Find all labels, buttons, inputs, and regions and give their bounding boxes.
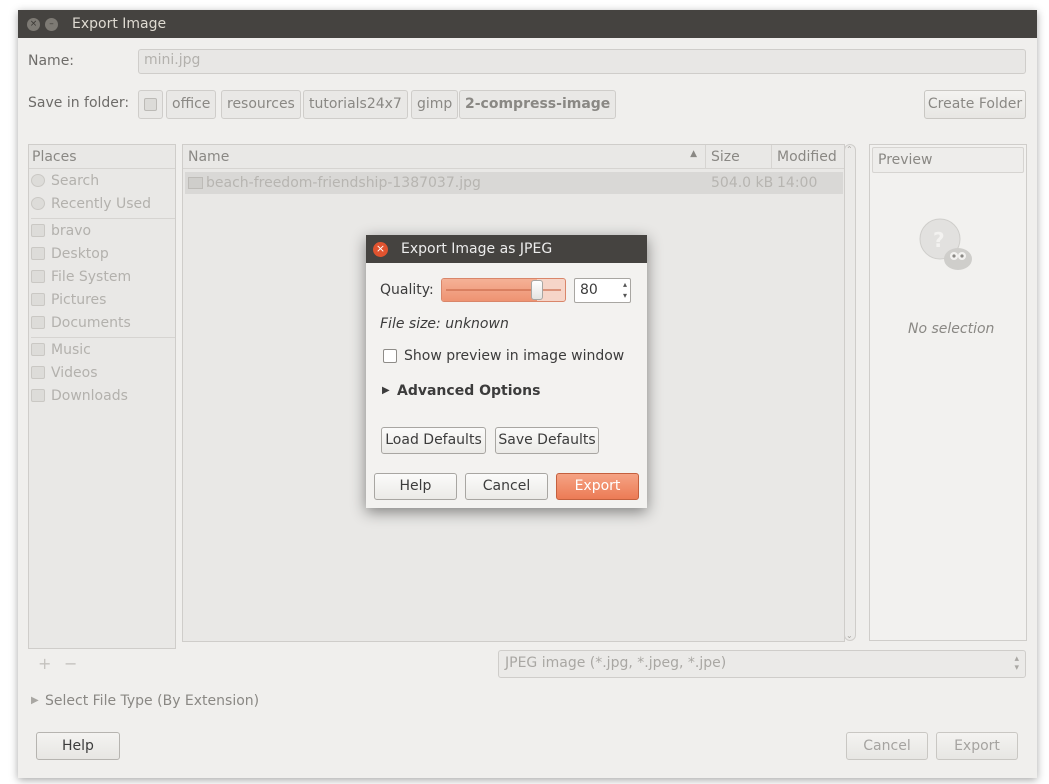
remove-bookmark-button[interactable]: − xyxy=(64,654,77,673)
preview-panel: Preview ? No selection xyxy=(869,144,1027,641)
export-button[interactable]: Export xyxy=(936,732,1018,760)
home-folder-icon xyxy=(31,224,45,237)
places-separator xyxy=(31,337,175,338)
dialog-title: Export Image as JPEG xyxy=(401,241,553,257)
scroll-down-icon[interactable]: ⌄ xyxy=(846,631,853,640)
cancel-button[interactable]: Cancel xyxy=(846,732,928,760)
column-header-modified[interactable]: Modified xyxy=(772,145,844,169)
quality-spinbox[interactable]: 80 ▴ ▾ xyxy=(574,278,631,303)
preview-header: Preview xyxy=(872,147,1024,173)
downloads-folder-icon xyxy=(31,389,45,402)
save-defaults-button[interactable]: Save Defaults xyxy=(495,427,599,454)
file-size-text: File size: unknown xyxy=(380,316,509,332)
expander-arrow-icon[interactable]: ▶ xyxy=(31,695,39,706)
place-downloads[interactable]: Downloads xyxy=(31,385,128,407)
load-defaults-button[interactable]: Load Defaults xyxy=(381,427,486,454)
place-videos[interactable]: Videos xyxy=(31,362,98,384)
places-header: Places xyxy=(29,145,175,169)
drive-icon xyxy=(31,270,45,283)
drive-crumb[interactable] xyxy=(138,90,163,119)
file-type-select[interactable]: JPEG image (*.jpg, *.jpeg, *.jpe) ▴ ▾ xyxy=(498,650,1026,678)
advanced-options-expander[interactable]: Advanced Options xyxy=(397,383,540,399)
place-music[interactable]: Music xyxy=(31,339,91,361)
scroll-up-icon[interactable]: ⌃ xyxy=(846,145,853,154)
file-size: 504.0 kB xyxy=(711,175,774,191)
select-arrows-icon: ▴ ▾ xyxy=(1014,654,1019,673)
image-file-icon xyxy=(188,177,203,189)
places-separator xyxy=(31,218,175,219)
filename-input[interactable]: mini.jpg xyxy=(138,49,1026,74)
gimp-wilber-icon: ? xyxy=(919,218,972,270)
file-name: beach-freedom-friendship-1387037.jpg xyxy=(206,175,481,191)
crumb-office[interactable]: office xyxy=(166,90,217,119)
dialog-cancel-button[interactable]: Cancel xyxy=(465,473,548,500)
name-label: Name: xyxy=(28,53,75,69)
videos-folder-icon xyxy=(31,366,45,379)
save-in-folder-label: Save in folder: xyxy=(28,95,130,111)
column-header-name[interactable]: Name ▲ xyxy=(183,145,706,169)
show-preview-checkbox[interactable] xyxy=(383,349,397,363)
quality-slider[interactable] xyxy=(441,278,566,302)
dialog-help-button[interactable]: Help xyxy=(374,473,457,500)
search-icon xyxy=(31,174,45,187)
help-button[interactable]: Help xyxy=(36,732,120,760)
place-bravo[interactable]: bravo xyxy=(31,220,91,242)
file-list-scrollbar[interactable]: ⌃ ⌄ xyxy=(844,144,856,641)
quality-slider-track xyxy=(446,289,561,291)
places-panel: Places Search Recently Used bravo Deskto… xyxy=(28,144,176,649)
quality-slider-handle[interactable] xyxy=(531,280,543,300)
crumb-gimp[interactable]: gimp xyxy=(411,90,459,119)
expander-arrow-icon[interactable]: ▶ xyxy=(382,385,390,396)
place-search[interactable]: Search xyxy=(31,170,99,192)
select-file-type-expander[interactable]: Select File Type (By Extension) xyxy=(45,693,259,709)
pictures-folder-icon xyxy=(31,293,45,306)
quality-value: 80 xyxy=(580,282,598,298)
column-header-size[interactable]: Size xyxy=(706,145,772,169)
file-row[interactable]: beach-freedom-friendship-1387037.jpg 504… xyxy=(185,172,843,194)
sort-ascending-icon: ▲ xyxy=(690,149,697,159)
dialog-export-button[interactable]: Export xyxy=(556,473,639,500)
window-title: Export Image xyxy=(72,16,167,32)
place-documents[interactable]: Documents xyxy=(31,312,131,334)
add-bookmark-button[interactable]: + xyxy=(38,654,51,673)
drive-icon xyxy=(144,98,157,111)
close-icon[interactable]: × xyxy=(27,18,40,31)
crumb-2-compress-image[interactable]: 2-compress-image xyxy=(459,90,617,119)
dialog-titlebar: × Export Image as JPEG xyxy=(366,235,647,263)
window-titlebar: × – Export Image xyxy=(18,10,1037,38)
place-desktop[interactable]: Desktop xyxy=(31,243,109,265)
minimize-icon[interactable]: – xyxy=(45,18,58,31)
file-modified: 14:00 xyxy=(777,175,818,191)
spin-arrows-icon[interactable]: ▴ ▾ xyxy=(623,279,627,301)
place-recently-used[interactable]: Recently Used xyxy=(31,193,151,215)
quality-label: Quality: xyxy=(380,282,434,298)
crumb-resources[interactable]: resources xyxy=(221,90,301,119)
place-file-system[interactable]: File System xyxy=(31,266,131,288)
desktop-icon xyxy=(31,247,45,260)
create-folder-button[interactable]: Create Folder xyxy=(924,90,1026,119)
svg-text:?: ? xyxy=(933,228,945,252)
export-jpeg-dialog: × Export Image as JPEG Quality: 80 ▴ ▾ Fi… xyxy=(366,235,647,508)
close-icon[interactable]: × xyxy=(373,242,388,257)
documents-folder-icon xyxy=(31,316,45,329)
place-pictures[interactable]: Pictures xyxy=(31,289,106,311)
show-preview-label[interactable]: Show preview in image window xyxy=(404,348,624,364)
music-folder-icon xyxy=(31,343,45,356)
crumb-tutorials24x7[interactable]: tutorials24x7 xyxy=(303,90,408,119)
clock-icon xyxy=(31,197,45,210)
no-selection-text: No selection xyxy=(908,321,995,337)
